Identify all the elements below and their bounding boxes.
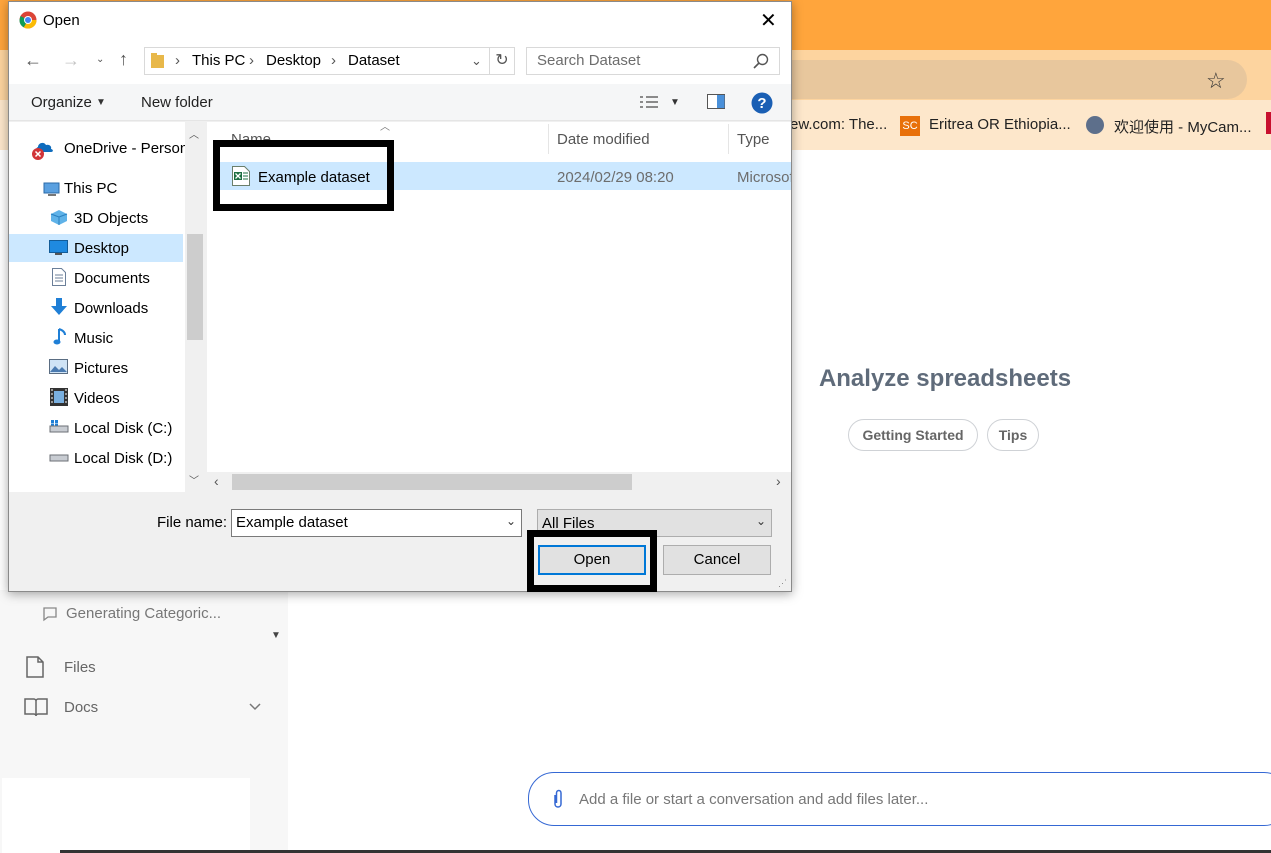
help-icon[interactable]: ?	[751, 92, 773, 114]
scroll-left-icon[interactable]: ‹	[214, 473, 219, 489]
desktop-icon	[49, 240, 68, 255]
preview-pane-icon[interactable]	[707, 94, 725, 109]
nav-item-videos[interactable]: Videos	[74, 390, 120, 407]
column-header-type[interactable]: Type	[737, 131, 770, 148]
pictures-icon	[49, 359, 68, 374]
tips-button[interactable]: Tips	[987, 419, 1039, 451]
organize-dropdown-icon[interactable]: ▼	[96, 97, 106, 108]
bookmark-item[interactable]: Eritrea OR Ethiopia...	[929, 116, 1071, 133]
file-name-label: File name:	[157, 514, 228, 531]
bookmark-favicon-icon	[1266, 112, 1271, 134]
search-input[interactable]: Search Dataset	[526, 47, 780, 75]
onedrive-error-icon	[32, 142, 53, 160]
breadcrumb-separator-icon: ›	[331, 52, 336, 69]
nav-item-desktop[interactable]: Desktop	[74, 240, 129, 257]
nav-item-documents[interactable]: Documents	[74, 270, 150, 287]
chat-bubble-icon	[43, 607, 57, 622]
refresh-icon[interactable]: ↻	[489, 47, 515, 75]
paperclip-icon[interactable]	[551, 789, 565, 809]
scroll-up-icon[interactable]: ︿	[189, 126, 199, 141]
back-arrow-icon[interactable]: ←	[24, 50, 42, 71]
breadcrumb-this-pc[interactable]: This PC	[192, 52, 245, 69]
nav-item-local-disk-c[interactable]: Local Disk (C:)	[74, 420, 172, 437]
book-icon	[24, 698, 48, 717]
highlight-box	[213, 140, 394, 211]
nav-item-this-pc[interactable]: This PC	[64, 180, 117, 197]
downloads-icon	[51, 298, 67, 315]
scroll-down-icon[interactable]: ▼	[271, 630, 281, 641]
column-separator[interactable]	[728, 124, 729, 154]
highlight-box	[527, 530, 657, 592]
chevron-down-icon[interactable]	[248, 702, 262, 712]
nav-item-local-disk-d[interactable]: Local Disk (D:)	[74, 450, 172, 467]
scroll-down-icon[interactable]: ﹀	[189, 472, 199, 487]
open-file-dialog: Open ✕ ← → ⌄ ↑ › This PC › Desktop › Dat…	[8, 1, 792, 592]
getting-started-button[interactable]: Getting Started	[848, 419, 978, 451]
svg-text:?: ?	[757, 95, 766, 112]
file-icon	[26, 656, 44, 678]
chevron-down-icon[interactable]: ⌄	[506, 514, 516, 528]
sidebar-footer	[2, 778, 250, 853]
sidebar-files-link[interactable]: Files	[64, 659, 96, 676]
scroll-right-icon[interactable]: ›	[776, 473, 781, 489]
column-header-date-modified[interactable]: Date modified	[557, 131, 650, 148]
view-list-icon[interactable]	[640, 95, 658, 109]
new-folder-button[interactable]: New folder	[141, 94, 213, 111]
this-pc-icon	[43, 182, 60, 196]
file-type: Microsof	[737, 169, 791, 186]
breadcrumb-separator-icon: ›	[249, 52, 254, 69]
nav-scroll-thumb[interactable]	[187, 234, 203, 340]
page-title: Analyze spreadsheets	[818, 365, 1072, 392]
organize-menu[interactable]: Organize	[31, 94, 92, 111]
column-separator[interactable]	[548, 124, 549, 154]
local-disk-c-icon	[49, 420, 69, 433]
cancel-button[interactable]: Cancel	[663, 545, 771, 575]
search-placeholder: Search Dataset	[537, 52, 641, 69]
file-name-value: Example dataset	[236, 514, 348, 531]
view-options-dropdown-icon[interactable]: ▼	[670, 97, 680, 108]
breadcrumb-dataset[interactable]: Dataset	[348, 52, 400, 69]
bookmark-item[interactable]: ew.com: The...	[790, 116, 887, 133]
file-name-input[interactable]: Example dataset ⌄	[231, 509, 522, 537]
bookmark-item[interactable]: 欢迎使用 - MyCam...	[1114, 116, 1252, 137]
dialog-title: Open	[43, 12, 80, 29]
chevron-down-icon[interactable]: ⌄	[756, 514, 766, 528]
breadcrumb-separator-icon: ›	[175, 52, 180, 69]
music-icon	[53, 328, 66, 345]
forward-arrow-icon[interactable]: →	[62, 50, 80, 71]
close-icon[interactable]: ✕	[760, 8, 777, 33]
nav-item-downloads[interactable]: Downloads	[74, 300, 148, 317]
address-breadcrumb[interactable]: › This PC › Desktop › Dataset ⌄	[144, 47, 490, 75]
nav-item-pictures[interactable]: Pictures	[74, 360, 128, 377]
webcam-favicon-icon	[1086, 116, 1104, 134]
file-list-scroll-thumb[interactable]	[232, 474, 632, 490]
chevron-down-icon[interactable]: ⌄	[471, 53, 482, 69]
chrome-icon	[19, 11, 37, 29]
sort-ascending-icon: ︿	[380, 122, 390, 133]
up-arrow-icon[interactable]: ↑	[119, 49, 128, 70]
nav-item-music[interactable]: Music	[74, 330, 113, 347]
sidebar-conversation-item[interactable]: Generating Categoric...	[66, 605, 221, 622]
nav-item-onedrive[interactable]: OneDrive - Person	[64, 140, 188, 157]
resize-grip-icon[interactable]: ⋰	[778, 578, 787, 589]
folder-icon	[151, 53, 164, 68]
dialog-titlebar	[9, 2, 791, 38]
recent-locations-icon[interactable]: ⌄	[96, 54, 104, 65]
documents-icon	[52, 268, 66, 286]
chat-input-placeholder: Add a file or start a conversation and a…	[579, 791, 929, 808]
local-disk-d-icon	[49, 454, 69, 462]
star-icon[interactable]: ☆	[1206, 68, 1226, 94]
sidebar-docs-link[interactable]: Docs	[64, 699, 98, 716]
3d-objects-icon	[50, 210, 68, 225]
sc-favicon-icon: SC	[900, 116, 920, 136]
file-date-modified: 2024/02/29 08:20	[557, 169, 674, 186]
search-icon	[753, 53, 769, 69]
videos-icon	[50, 388, 68, 406]
nav-item-3d-objects[interactable]: 3D Objects	[74, 210, 148, 227]
breadcrumb-desktop[interactable]: Desktop	[266, 52, 321, 69]
